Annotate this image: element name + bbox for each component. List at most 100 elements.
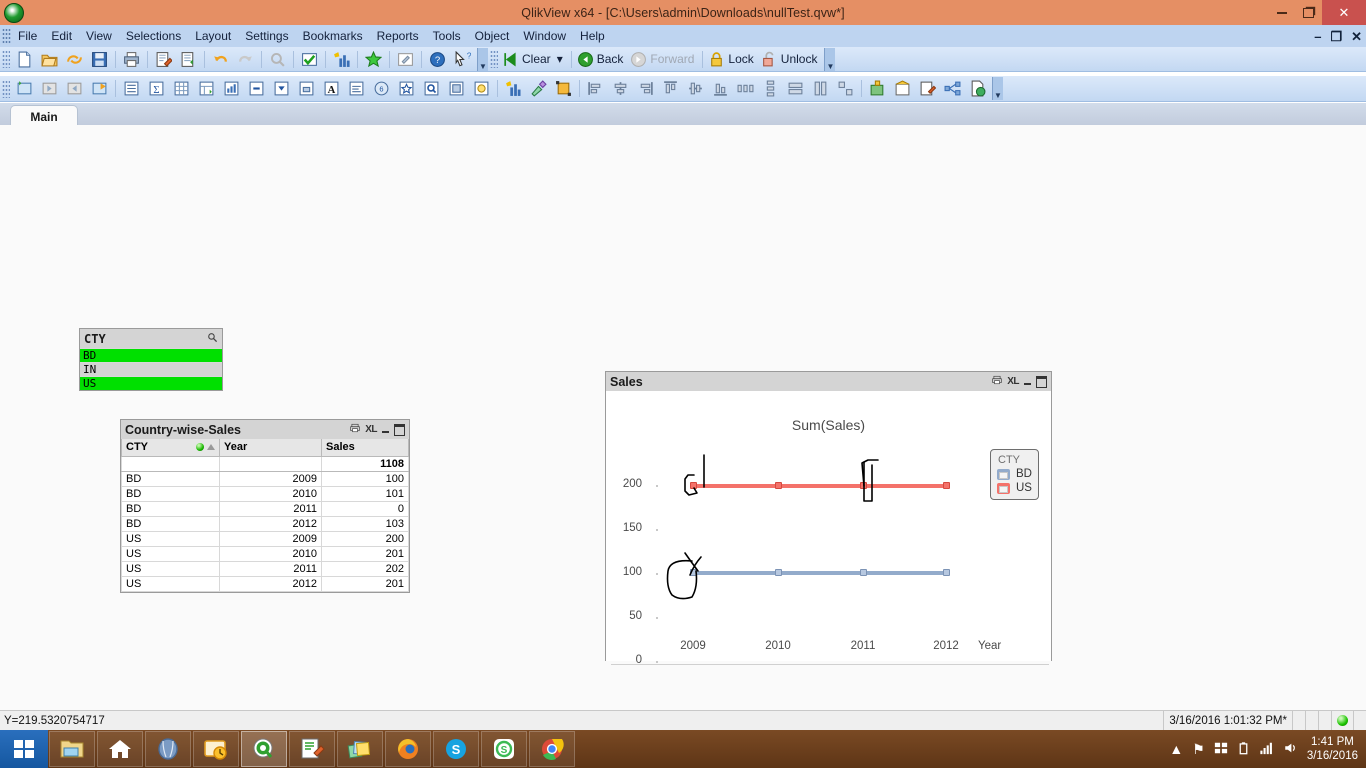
check-selections-icon[interactable] [298, 49, 321, 70]
cell-cty[interactable]: BD [121, 470, 220, 487]
menu-item-window[interactable]: Window [516, 27, 573, 45]
import-icon[interactable] [891, 78, 914, 99]
align-center-h-icon[interactable] [609, 78, 632, 99]
menu-item-edit[interactable]: Edit [44, 27, 79, 45]
input-box-icon[interactable] [245, 78, 268, 99]
postgresql-icon[interactable] [145, 731, 191, 767]
menu-item-reports[interactable]: Reports [370, 27, 426, 45]
chart-plot-area[interactable]: Sum(Sales) 200 150 100 50 0 2009 2010 20… [606, 391, 1051, 666]
cell-cty[interactable]: US [121, 545, 220, 562]
column-header-sales[interactable]: Sales [321, 439, 409, 457]
save-icon[interactable] [88, 49, 111, 70]
table-row[interactable]: BD 2009 100 [121, 470, 409, 487]
chevron-down-icon[interactable]: ▾ [554, 52, 566, 66]
data-point-bd-2009[interactable] [690, 569, 697, 576]
back-button[interactable]: Back [575, 51, 629, 68]
bookmark-object-icon[interactable] [395, 78, 418, 99]
align-top-icon[interactable] [659, 78, 682, 99]
new-sheet-icon[interactable] [13, 78, 36, 99]
table-caption-bar[interactable]: Country-wise-Sales XL [121, 420, 409, 439]
data-point-us-2010[interactable] [775, 482, 782, 489]
unlock-button[interactable]: Unlock [759, 51, 823, 68]
current-selections-icon[interactable] [295, 78, 318, 99]
cell-cty[interactable]: US [121, 575, 220, 592]
menu-item-object[interactable]: Object [468, 27, 517, 45]
listbox-cty[interactable]: CTY BD IN US [79, 328, 223, 391]
cell-sales[interactable]: 100 [321, 470, 409, 487]
table-row[interactable]: US 2010 201 [121, 545, 409, 562]
magnifier-icon[interactable] [207, 332, 218, 346]
table-row[interactable]: US 2012 201 [121, 575, 409, 592]
menu-item-selections[interactable]: Selections [119, 27, 188, 45]
menu-item-layout[interactable]: Layout [188, 27, 238, 45]
print-object-icon[interactable] [992, 375, 1002, 388]
cell-sales[interactable]: 202 [321, 560, 409, 577]
listbox-item-bd[interactable]: BD [80, 348, 222, 362]
favorite-icon[interactable] [362, 49, 385, 70]
battery-icon[interactable] [1237, 741, 1250, 757]
list-box-icon[interactable] [120, 78, 143, 99]
demote-sheet-icon[interactable] [63, 78, 86, 99]
menu-item-tools[interactable]: Tools [426, 27, 468, 45]
sheet-properties-icon[interactable] [88, 78, 111, 99]
activate-all-icon[interactable] [552, 78, 575, 99]
data-point-bd-2010[interactable] [775, 569, 782, 576]
align-right-icon[interactable] [634, 78, 657, 99]
print-icon[interactable] [120, 49, 143, 70]
context-help-icon[interactable]: ? [451, 49, 474, 70]
edit-script-icon[interactable] [152, 49, 175, 70]
cell-year[interactable]: 2009 [219, 530, 322, 547]
cell-sales[interactable]: 201 [321, 545, 409, 562]
share-icon[interactable] [941, 78, 964, 99]
wifi-signal-icon[interactable] [1259, 741, 1274, 757]
cell-year[interactable]: 2011 [219, 560, 322, 577]
toolbar-overflow-icon[interactable]: ▼ [477, 47, 488, 71]
minimize-object-icon[interactable] [382, 426, 389, 433]
cell-cty[interactable]: BD [121, 485, 220, 502]
legend-entry-bd[interactable]: BD [997, 468, 1032, 480]
slider-calendar-icon[interactable] [345, 78, 368, 99]
table-box-icon[interactable] [170, 78, 193, 99]
document-minimize-icon[interactable]: – [1314, 30, 1321, 43]
cell-sales[interactable]: 200 [321, 530, 409, 547]
quick-chart-icon[interactable] [330, 49, 353, 70]
menu-item-help[interactable]: Help [573, 27, 612, 45]
listbox-item-us[interactable]: US [80, 376, 222, 390]
home-icon[interactable] [97, 731, 143, 767]
maximize-button[interactable] [1295, 0, 1322, 25]
menu-item-settings[interactable]: Settings [238, 27, 295, 45]
skype-business-icon[interactable]: S [481, 731, 527, 767]
data-point-bd-2011[interactable] [860, 569, 867, 576]
listbox-item-in[interactable]: IN [80, 362, 222, 376]
maximize-object-icon[interactable] [394, 424, 405, 436]
space-vertically-icon[interactable] [759, 78, 782, 99]
cell-year[interactable]: 2012 [219, 575, 322, 592]
cell-year[interactable]: 2009 [219, 470, 322, 487]
table-row[interactable]: US 2011 202 [121, 560, 409, 577]
pivot-table-icon[interactable] [195, 78, 218, 99]
data-point-us-2012[interactable] [943, 482, 950, 489]
show-hidden-icons-icon[interactable]: ▲ [1169, 742, 1183, 756]
volume-icon[interactable] [1283, 741, 1298, 757]
table-row[interactable]: US 2009 200 [121, 530, 409, 547]
size-same-height-icon[interactable] [809, 78, 832, 99]
search-object-icon[interactable] [420, 78, 443, 99]
print-object-icon[interactable] [350, 423, 360, 436]
chart-caption-bar[interactable]: Sales XL [606, 372, 1051, 391]
redo-icon[interactable] [234, 49, 257, 70]
format-painter-icon[interactable] [527, 78, 550, 99]
sort-ascending-icon[interactable] [207, 444, 215, 451]
cell-sales[interactable]: 101 [321, 485, 409, 502]
toolbar-overflow-icon-3[interactable]: ▼ [992, 77, 1003, 100]
quick-chart-wizard-icon[interactable] [502, 78, 525, 99]
qlikview-icon[interactable] [241, 731, 287, 767]
sticky-notes-icon[interactable] [337, 731, 383, 767]
toolbar-grip-handle[interactable] [2, 79, 10, 98]
help-icon[interactable]: ? [426, 49, 449, 70]
space-horizontally-icon[interactable] [734, 78, 757, 99]
legend-entry-us[interactable]: US [997, 482, 1032, 494]
table-row[interactable]: BD 2011 0 [121, 500, 409, 517]
text-object-icon[interactable]: A [320, 78, 343, 99]
undo-icon[interactable] [209, 49, 232, 70]
container-icon[interactable] [445, 78, 468, 99]
